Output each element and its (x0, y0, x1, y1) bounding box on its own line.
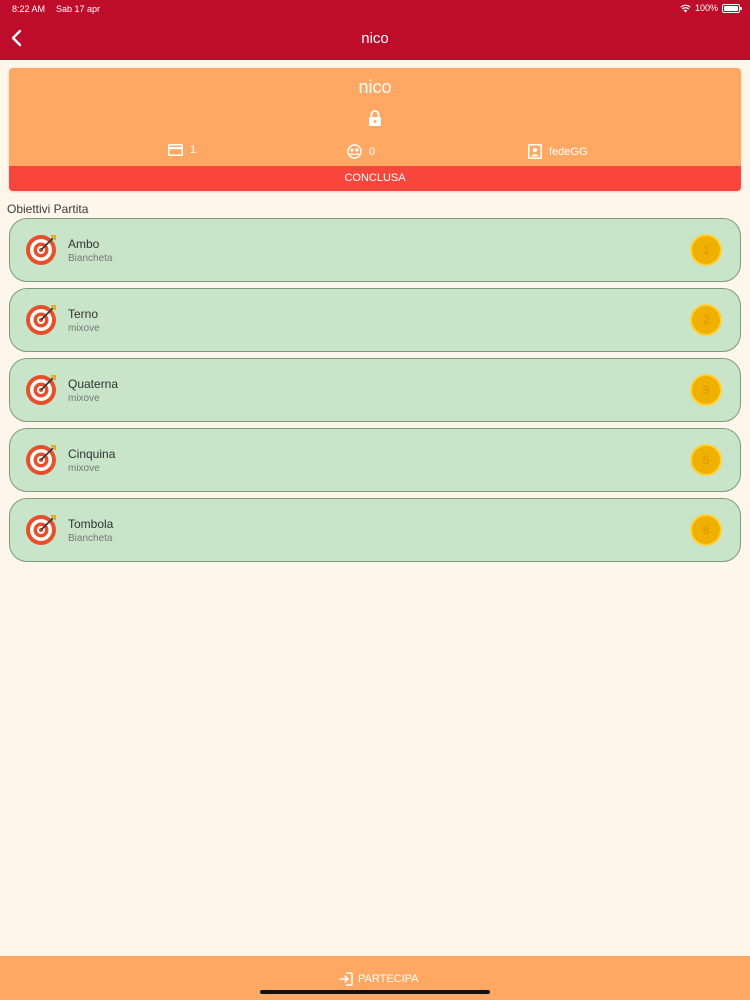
credit-card-icon (168, 144, 183, 156)
nav-title: nico (361, 30, 389, 47)
target-icon (26, 375, 56, 405)
goal-name: Cinquina (68, 447, 116, 461)
owner: fedeGG (528, 144, 588, 159)
goal-number-badge: 1 (690, 234, 722, 266)
goal-name: Tombola (68, 517, 114, 531)
game-info-card: nico 1 0 fedeGG CONCLUSA (9, 68, 741, 191)
goal-item-cinquina[interactable]: Cinquina mixove 5 (9, 428, 741, 492)
section-title: Obiettivi Partita (7, 202, 89, 216)
app-header: 8:22 AM Sab 17 apr 100% nico (0, 0, 750, 60)
goal-item-terno[interactable]: Terno mixove 2 (9, 288, 741, 352)
join-button-label: PARTECIPA (358, 973, 419, 985)
goal-number-badge: 5 (690, 444, 722, 476)
target-icon (26, 235, 56, 265)
goal-number-badge: 2 (690, 304, 722, 336)
home-indicator (260, 990, 490, 994)
cards-count: 1 (168, 144, 196, 156)
goal-winner: mixove (68, 393, 100, 404)
battery-icon (722, 3, 742, 13)
goal-name: Quaterna (68, 377, 119, 391)
cards-count-value: 1 (190, 144, 197, 156)
login-icon (339, 972, 353, 986)
status-bar: 8:22 AM Sab 17 apr 100% (0, 0, 750, 18)
wifi-icon (680, 4, 691, 12)
target-icon (26, 305, 56, 335)
status-right: 100% (680, 3, 742, 13)
battery-percent: 100% (694, 3, 718, 13)
goal-item-tombola[interactable]: Tombola Biancheta 8 (9, 498, 741, 562)
status-date: Sab 17 apr (56, 4, 101, 14)
players-count-value: 0 (369, 145, 376, 158)
goal-winner: mixove (68, 323, 100, 334)
goal-winner: Biancheta (68, 253, 113, 264)
owner-name: fedeGG (549, 145, 588, 158)
target-icon (26, 515, 56, 545)
goal-name: Ambo (68, 237, 100, 251)
goal-winner: mixove (68, 463, 100, 474)
goal-number-badge: 8 (690, 514, 722, 546)
players-count: 0 (347, 144, 375, 159)
goal-number-badge: 3 (690, 374, 722, 406)
user-badge-icon (528, 144, 542, 159)
goal-item-ambo[interactable]: Ambo Biancheta 1 (9, 218, 741, 282)
goal-name: Terno (68, 307, 99, 321)
lock-icon (369, 110, 381, 126)
game-title: nico (358, 77, 392, 97)
goal-item-quaterna[interactable]: Quaterna mixove 3 (9, 358, 741, 422)
game-status-badge: CONCLUSA (9, 166, 741, 191)
goal-winner: Biancheta (68, 533, 113, 544)
join-button-content: PARTECIPA (339, 972, 419, 986)
target-icon (26, 445, 56, 475)
players-icon (347, 144, 362, 159)
status-time: 8:22 AM (12, 4, 46, 14)
